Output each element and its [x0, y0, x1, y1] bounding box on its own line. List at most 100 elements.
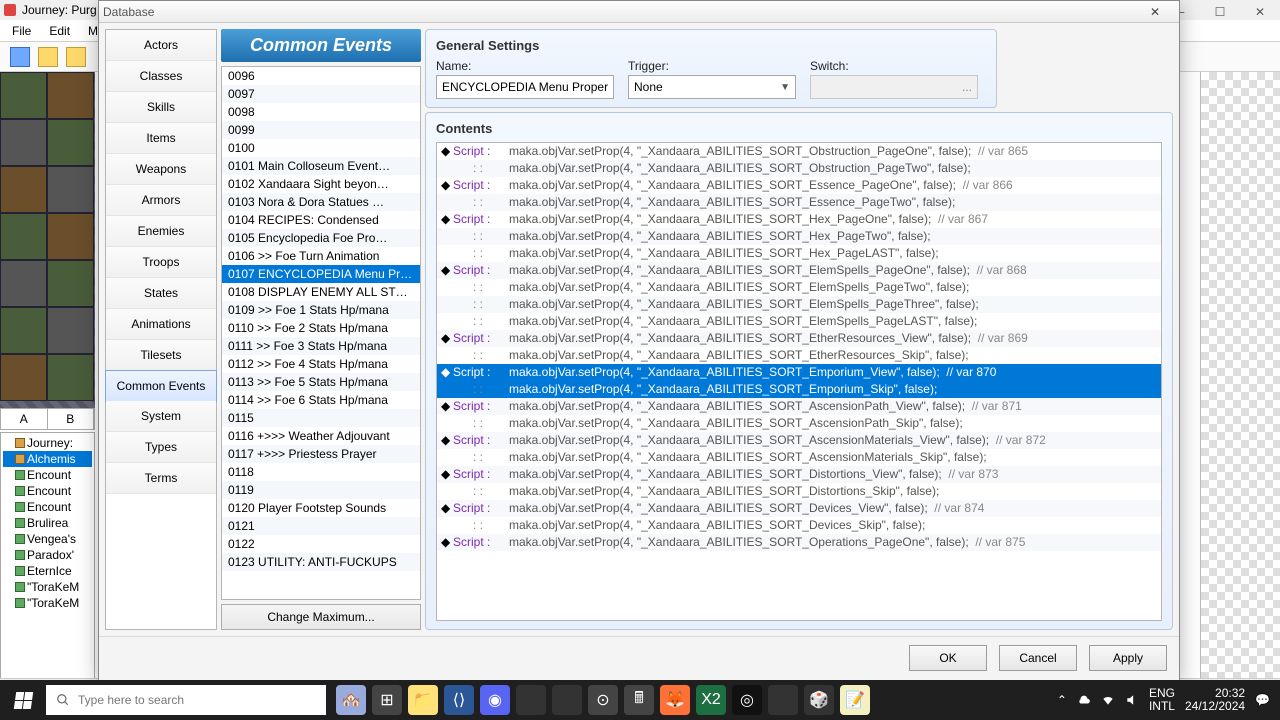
event-command-line[interactable]: ◆Script : maka.objVar.setProp(4, "_Xanda… — [437, 364, 1161, 381]
event-command-line[interactable]: : : maka.objVar.setProp(4, "_Xandaara_AB… — [437, 194, 1161, 211]
common-event-item[interactable]: 0097 — [222, 85, 420, 103]
language-indicator[interactable]: ENGINTL — [1149, 687, 1175, 713]
system-tray[interactable]: ⌃ ENGINTL 20:3224/12/2024 💬 — [1057, 687, 1280, 713]
event-command-line[interactable]: ◆Script : maka.objVar.setProp(4, "_Xanda… — [437, 534, 1161, 551]
common-event-item[interactable]: 0109 >> Foe 1 Stats Hp/mana — [222, 301, 420, 319]
event-command-line[interactable]: ◆Script : maka.objVar.setProp(4, "_Xanda… — [437, 432, 1161, 449]
common-event-item[interactable]: 0120 Player Footstep Sounds — [222, 499, 420, 517]
common-event-item[interactable]: 0106 >> Foe Turn Animation — [222, 247, 420, 265]
map-tree-item[interactable]: Brulirea — [3, 515, 92, 531]
category-terms[interactable]: Terms — [106, 463, 216, 494]
common-event-item[interactable]: 0107 ENCYCLOPEDIA Menu Pr… — [222, 265, 420, 283]
event-command-line[interactable]: ◆Script : maka.objVar.setProp(4, "_Xanda… — [437, 330, 1161, 347]
steam-icon[interactable]: ◎ — [732, 685, 762, 715]
map-tree[interactable]: Journey:AlchemisEncountEncountEncountBru… — [0, 432, 95, 694]
map-tree-item[interactable]: EternIce — [3, 563, 92, 579]
taskbar-app-icon[interactable] — [552, 685, 582, 715]
vscode-icon[interactable]: ⟨⟩ — [444, 685, 474, 715]
category-skills[interactable]: Skills — [106, 92, 216, 123]
event-command-line[interactable]: : : maka.objVar.setProp(4, "_Xandaara_AB… — [437, 160, 1161, 177]
common-event-item[interactable]: 0108 DISPLAY ENEMY ALL ST… — [222, 283, 420, 301]
event-command-line[interactable]: ◆Script : maka.objVar.setProp(4, "_Xanda… — [437, 211, 1161, 228]
event-command-line[interactable]: : : maka.objVar.setProp(4, "_Xandaara_AB… — [437, 381, 1161, 398]
taskbar-app-icon[interactable]: 🏘️ — [336, 685, 366, 715]
category-states[interactable]: States — [106, 278, 216, 309]
menu-m[interactable]: M — [88, 24, 98, 38]
common-event-item[interactable]: 0105 Encyclopedia Foe Pro… — [222, 229, 420, 247]
event-command-line[interactable]: : : maka.objVar.setProp(4, "_Xandaara_AB… — [437, 296, 1161, 313]
map-tree-item[interactable]: Encount — [3, 483, 92, 499]
clock[interactable]: 20:3224/12/2024 — [1185, 687, 1245, 713]
common-event-item[interactable]: 0115 — [222, 409, 420, 427]
taskbar-app-icon[interactable] — [768, 685, 798, 715]
tileset-tab-a[interactable]: A — [1, 409, 48, 429]
category-common-events[interactable]: Common Events — [105, 370, 217, 402]
common-event-item[interactable]: 0096 — [222, 67, 420, 85]
category-weapons[interactable]: Weapons — [106, 154, 216, 185]
event-command-line[interactable]: : : maka.objVar.setProp(4, "_Xandaara_AB… — [437, 483, 1161, 500]
toolbar-icon[interactable] — [10, 47, 30, 67]
event-command-line[interactable]: ◆Script : maka.objVar.setProp(4, "_Xanda… — [437, 177, 1161, 194]
toolbar-icon[interactable] — [38, 47, 58, 67]
taskbar-app-icon[interactable] — [516, 685, 546, 715]
firefox-icon[interactable]: 🦊 — [660, 685, 690, 715]
common-event-item[interactable]: 0113 >> Foe 5 Stats Hp/mana — [222, 373, 420, 391]
category-tilesets[interactable]: Tilesets — [106, 340, 216, 371]
common-event-item[interactable]: 0103 Nora & Dora Statues … — [222, 193, 420, 211]
outer-maximize-button[interactable]: ☐ — [1200, 0, 1240, 24]
common-event-item[interactable]: 0104 RECIPES: Condensed — [222, 211, 420, 229]
tray-chevron-up-icon[interactable]: ⌃ — [1057, 693, 1067, 707]
category-armors[interactable]: Armors — [106, 185, 216, 216]
file-explorer-icon[interactable]: 📁 — [408, 685, 438, 715]
category-enemies[interactable]: Enemies — [106, 216, 216, 247]
map-tree-item[interactable]: Encount — [3, 467, 92, 483]
common-event-item[interactable]: 0114 >> Foe 6 Stats Hp/mana — [222, 391, 420, 409]
common-event-item[interactable]: 0102 Xandaara Sight beyon… — [222, 175, 420, 193]
event-command-line[interactable]: : : maka.objVar.setProp(4, "_Xandaara_AB… — [437, 245, 1161, 262]
event-command-line[interactable]: : : maka.objVar.setProp(4, "_Xandaara_AB… — [437, 347, 1161, 364]
common-events-list[interactable]: 009600970098009901000101 Main Colloseum … — [221, 66, 421, 600]
map-tree-item[interactable]: Encount — [3, 499, 92, 515]
change-maximum-button[interactable]: Change Maximum... — [221, 604, 421, 630]
menu-edit[interactable]: Edit — [49, 24, 70, 38]
common-event-item[interactable]: 0121 — [222, 517, 420, 535]
common-event-item[interactable]: 0118 — [222, 463, 420, 481]
map-tree-item[interactable]: Paradox' — [3, 547, 92, 563]
common-event-item[interactable]: 0111 >> Foe 3 Stats Hp/mana — [222, 337, 420, 355]
cloud-icon[interactable] — [1077, 693, 1091, 707]
common-event-item[interactable]: 0098 — [222, 103, 420, 121]
common-event-item[interactable]: 0112 >> Foe 4 Stats Hp/mana — [222, 355, 420, 373]
event-command-line[interactable]: : : maka.objVar.setProp(4, "_Xandaara_AB… — [437, 279, 1161, 296]
event-command-line[interactable]: : : maka.objVar.setProp(4, "_Xandaara_AB… — [437, 517, 1161, 534]
calculator-icon[interactable]: 🖩 — [624, 685, 654, 715]
event-command-line[interactable]: ◆Script : maka.objVar.setProp(4, "_Xanda… — [437, 262, 1161, 279]
map-tree-item[interactable]: "ToraKeM — [3, 579, 92, 595]
common-event-item[interactable]: 0100 — [222, 139, 420, 157]
apply-button[interactable]: Apply — [1089, 645, 1167, 671]
common-event-item[interactable]: 0110 >> Foe 2 Stats Hp/mana — [222, 319, 420, 337]
category-types[interactable]: Types — [106, 432, 216, 463]
ok-button[interactable]: OK — [909, 645, 987, 671]
event-command-line[interactable]: : : maka.objVar.setProp(4, "_Xandaara_AB… — [437, 228, 1161, 245]
map-tree-item[interactable]: Vengea's — [3, 531, 92, 547]
category-classes[interactable]: Classes — [106, 61, 216, 92]
common-event-item[interactable]: 0099 — [222, 121, 420, 139]
name-input[interactable] — [436, 75, 614, 99]
event-command-line[interactable]: : : maka.objVar.setProp(4, "_Xandaara_AB… — [437, 449, 1161, 466]
event-command-line[interactable]: : : maka.objVar.setProp(4, "_Xandaara_AB… — [437, 415, 1161, 432]
cancel-button[interactable]: Cancel — [999, 645, 1077, 671]
category-actors[interactable]: Actors — [106, 30, 216, 61]
discord-icon[interactable]: ◉ — [480, 685, 510, 715]
common-event-item[interactable]: 0119 — [222, 481, 420, 499]
wifi-icon[interactable] — [1101, 693, 1115, 707]
database-category-list[interactable]: ActorsClassesSkillsItemsWeaponsArmorsEne… — [105, 29, 217, 630]
tileset-palette[interactable] — [0, 72, 95, 412]
trigger-combobox[interactable]: None ▼ — [628, 75, 796, 99]
toolbar-icon[interactable] — [66, 47, 86, 67]
dialog-titlebar[interactable]: Database ✕ — [99, 1, 1179, 23]
map-tree-item[interactable]: "ToraKeM — [3, 595, 92, 611]
common-event-item[interactable]: 0117 +>>> Priestess Prayer — [222, 445, 420, 463]
event-command-line[interactable]: ◆Script : maka.objVar.setProp(4, "_Xanda… — [437, 398, 1161, 415]
map-tree-item[interactable]: Alchemis — [3, 451, 92, 467]
category-troops[interactable]: Troops — [106, 247, 216, 278]
